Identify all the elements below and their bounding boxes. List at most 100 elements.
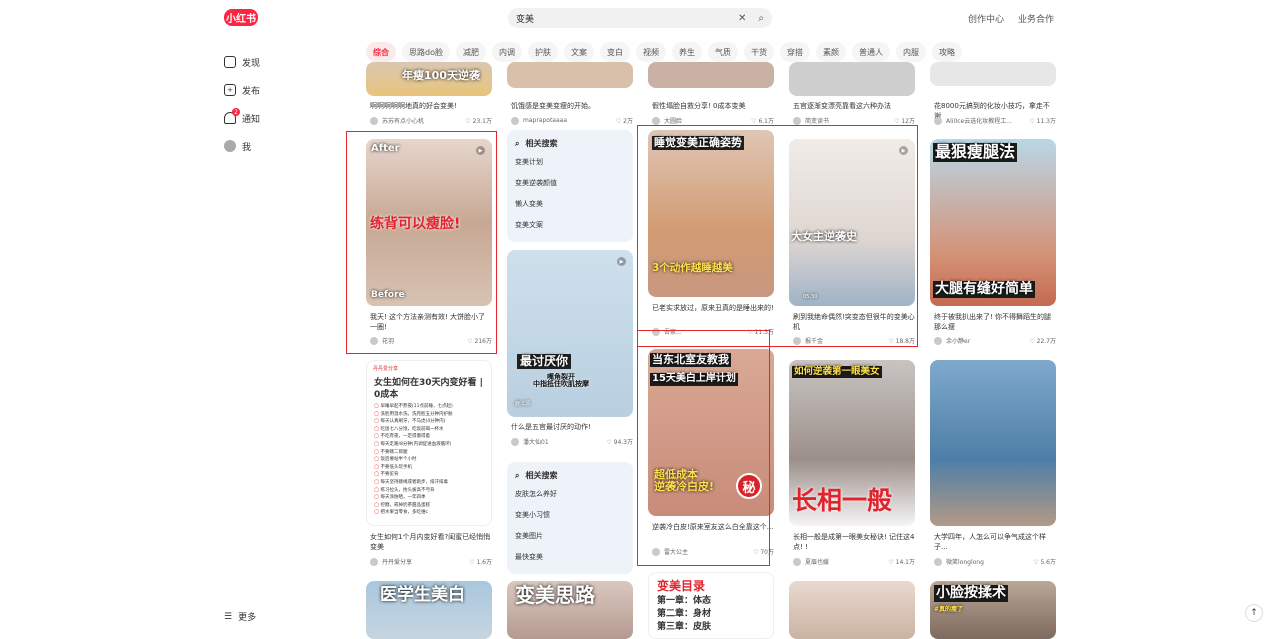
author-name[interactable]: 丹丹爱分享: [382, 557, 412, 566]
author-name[interactable]: 简变读书: [805, 116, 829, 125]
search-input[interactable]: 变美: [516, 12, 726, 25]
note-cover[interactable]: [930, 360, 1056, 526]
related-search-item[interactable]: 变美小习惯: [515, 510, 625, 520]
tab-3[interactable]: 内调: [491, 42, 522, 62]
note-meta: 简变读书 ♡ 12万: [793, 116, 915, 125]
note-title[interactable]: 女生如何1个月内变好看?闺蜜已经悄悄变美: [370, 532, 492, 552]
note-title[interactable]: 饥饿感是变美变瘦的开始。: [511, 101, 633, 111]
avatar[interactable]: [370, 116, 378, 125]
clear-icon[interactable]: ✕: [738, 13, 746, 24]
note-title[interactable]: 啊啊啊啊啊地真的好会变美!: [370, 101, 492, 111]
like-count[interactable]: ♡ 14.1万: [888, 557, 915, 566]
author-name[interactable]: 余小静er: [946, 336, 970, 345]
like-count[interactable]: ♡ 5.6万: [1033, 557, 1056, 566]
avatar[interactable]: [652, 116, 660, 125]
avatar[interactable]: [370, 557, 378, 566]
note-meta: 余小静er ♡ 22.7万: [934, 336, 1056, 345]
author-name[interactable]: 微笑longlong: [946, 557, 984, 566]
related-search-item[interactable]: 变美文案: [515, 220, 625, 230]
related-search-item[interactable]: 最快变美: [515, 552, 625, 562]
note-cover[interactable]: [930, 62, 1056, 86]
tab-6[interactable]: 变白: [599, 42, 630, 62]
tab-10[interactable]: 干货: [743, 42, 774, 62]
note-cover[interactable]: 年瘦100天逆袭: [366, 62, 492, 96]
note-cover[interactable]: [789, 62, 915, 96]
tab-2[interactable]: 减肥: [455, 42, 486, 62]
business-link[interactable]: 业务合作: [1018, 12, 1054, 25]
cover-text: 变美思路: [515, 583, 595, 607]
related-search-item[interactable]: 懒人变美: [515, 199, 625, 209]
sidebar-item-me[interactable]: 我: [224, 132, 260, 160]
note-cover[interactable]: 变美目录 第一章：体态 第二章：身材 第三章：皮肤: [648, 572, 774, 639]
related-search-item[interactable]: 变美计划: [515, 157, 625, 167]
cover-tag: #真的瘦了: [934, 606, 964, 613]
note-cover[interactable]: [507, 62, 633, 88]
note-cover[interactable]: [648, 62, 774, 88]
tab-11[interactable]: 穿搭: [779, 42, 810, 62]
creator-center-link[interactable]: 创作中心: [968, 12, 1004, 25]
note-title[interactable]: 长相一般是成第一眼美女秘诀! 记住这4点! !: [793, 532, 915, 552]
note-title[interactable]: 大学四年，人怎么可以争气成这个样子...: [934, 532, 1056, 552]
note-title[interactable]: 终于被我扒出来了! 你不得舞蹈生的腿那么瘦: [934, 312, 1056, 332]
like-count[interactable]: ♡ 1.6万: [469, 557, 492, 566]
tab-8[interactable]: 养生: [671, 42, 702, 62]
tab-7[interactable]: 视频: [635, 42, 666, 62]
related-search-item[interactable]: 变美图片: [515, 531, 625, 541]
related-search-item[interactable]: 变美逆袭颜值: [515, 178, 625, 188]
search-bar[interactable]: 变美 ✕ ⌕: [508, 8, 772, 28]
sidebar-label: 发布: [242, 86, 261, 97]
tab-12[interactable]: 素颜: [815, 42, 846, 62]
like-count[interactable]: ♡ 23.1万: [465, 116, 492, 125]
avatar[interactable]: [934, 116, 942, 125]
search-icon[interactable]: ⌕: [758, 13, 764, 24]
avatar[interactable]: [511, 116, 519, 125]
sidebar-item-notify[interactable]: 2 通知: [224, 104, 260, 132]
tab-13[interactable]: 普通人: [851, 42, 890, 62]
note-title[interactable]: 什么是五官最讨厌的动作!: [511, 422, 633, 432]
checklist-item: ◯ 每天涂防晒，一年四季: [374, 495, 426, 501]
author-name[interactable]: 夏眉也媛: [805, 557, 829, 566]
like-count[interactable]: ♡ 12万: [894, 116, 915, 125]
like-count[interactable]: ♡ 6.1万: [751, 116, 774, 125]
note-title[interactable]: 五官逐渐变漂亮靠看这六种办法: [793, 101, 915, 111]
avatar[interactable]: [793, 557, 801, 566]
author-name[interactable]: 潘大仙01: [523, 437, 549, 446]
tab-9[interactable]: 气质: [707, 42, 738, 62]
note-cover[interactable]: 如何逆袭第一眼美女 长相一般: [789, 360, 915, 526]
checklist-item: ◯ 不要瞎二郎腿: [374, 449, 408, 455]
note-cover[interactable]: [789, 581, 915, 639]
author-name[interactable]: Ali0ce云选化妆教程工...: [946, 116, 1012, 125]
avatar[interactable]: [934, 557, 942, 566]
note-title[interactable]: 假性塌脸自救分享! 0成本变美: [652, 101, 774, 111]
note-cover[interactable]: 最讨厌你 嘴角裂开 中指抵住吹肌按摩 鹿江源 ▶: [507, 250, 633, 417]
author-name[interactable]: 大圆脸: [664, 116, 682, 125]
note-cover[interactable]: 最狠瘦腿法 大腿有缝好简单: [930, 139, 1056, 306]
note-cover[interactable]: 小脸按揉术 #真的瘦了: [930, 581, 1056, 639]
more-button[interactable]: ☰ 更多: [224, 610, 256, 624]
tab-15[interactable]: 攻略: [931, 42, 962, 62]
avatar[interactable]: [511, 437, 519, 446]
logo[interactable]: 小红书: [224, 9, 258, 26]
like-count[interactable]: ♡ 11.3万: [1029, 116, 1056, 125]
sidebar-item-publish[interactable]: + 发布: [224, 76, 260, 104]
like-count[interactable]: ♡ 22.7万: [1029, 336, 1056, 345]
tab-1[interactable]: 思路do脸: [402, 42, 450, 62]
related-search-item[interactable]: 皮肤怎么养好: [515, 489, 625, 499]
like-count[interactable]: ♡ 2万: [616, 116, 633, 125]
sidebar-item-discover[interactable]: 发现: [224, 48, 260, 76]
note-cover[interactable]: 变美思路: [507, 581, 633, 639]
cover-text: 如何逆袭第一眼美女: [792, 366, 882, 378]
tab-14[interactable]: 内服: [895, 42, 926, 62]
tab-4[interactable]: 护肤: [527, 42, 558, 62]
author-name[interactable]: 苏苏有点小心机: [382, 116, 424, 125]
note-cover[interactable]: 丹丹爱分享 女生如何在30天内变好看 | 0成本 ◯ 早睡早起不熬夜(11点前睡…: [366, 360, 492, 526]
tab-5[interactable]: 文案: [563, 42, 594, 62]
plus-icon: +: [224, 84, 236, 96]
tab-0[interactable]: 综合: [366, 42, 396, 62]
like-count[interactable]: ♡ 94.3万: [606, 437, 633, 446]
author-name[interactable]: maprapotaaaa: [523, 117, 567, 124]
note-cover[interactable]: 医学生美白: [366, 581, 492, 639]
avatar[interactable]: [934, 336, 942, 345]
back-to-top-button[interactable]: ↑: [1245, 604, 1263, 622]
avatar[interactable]: [793, 116, 801, 125]
